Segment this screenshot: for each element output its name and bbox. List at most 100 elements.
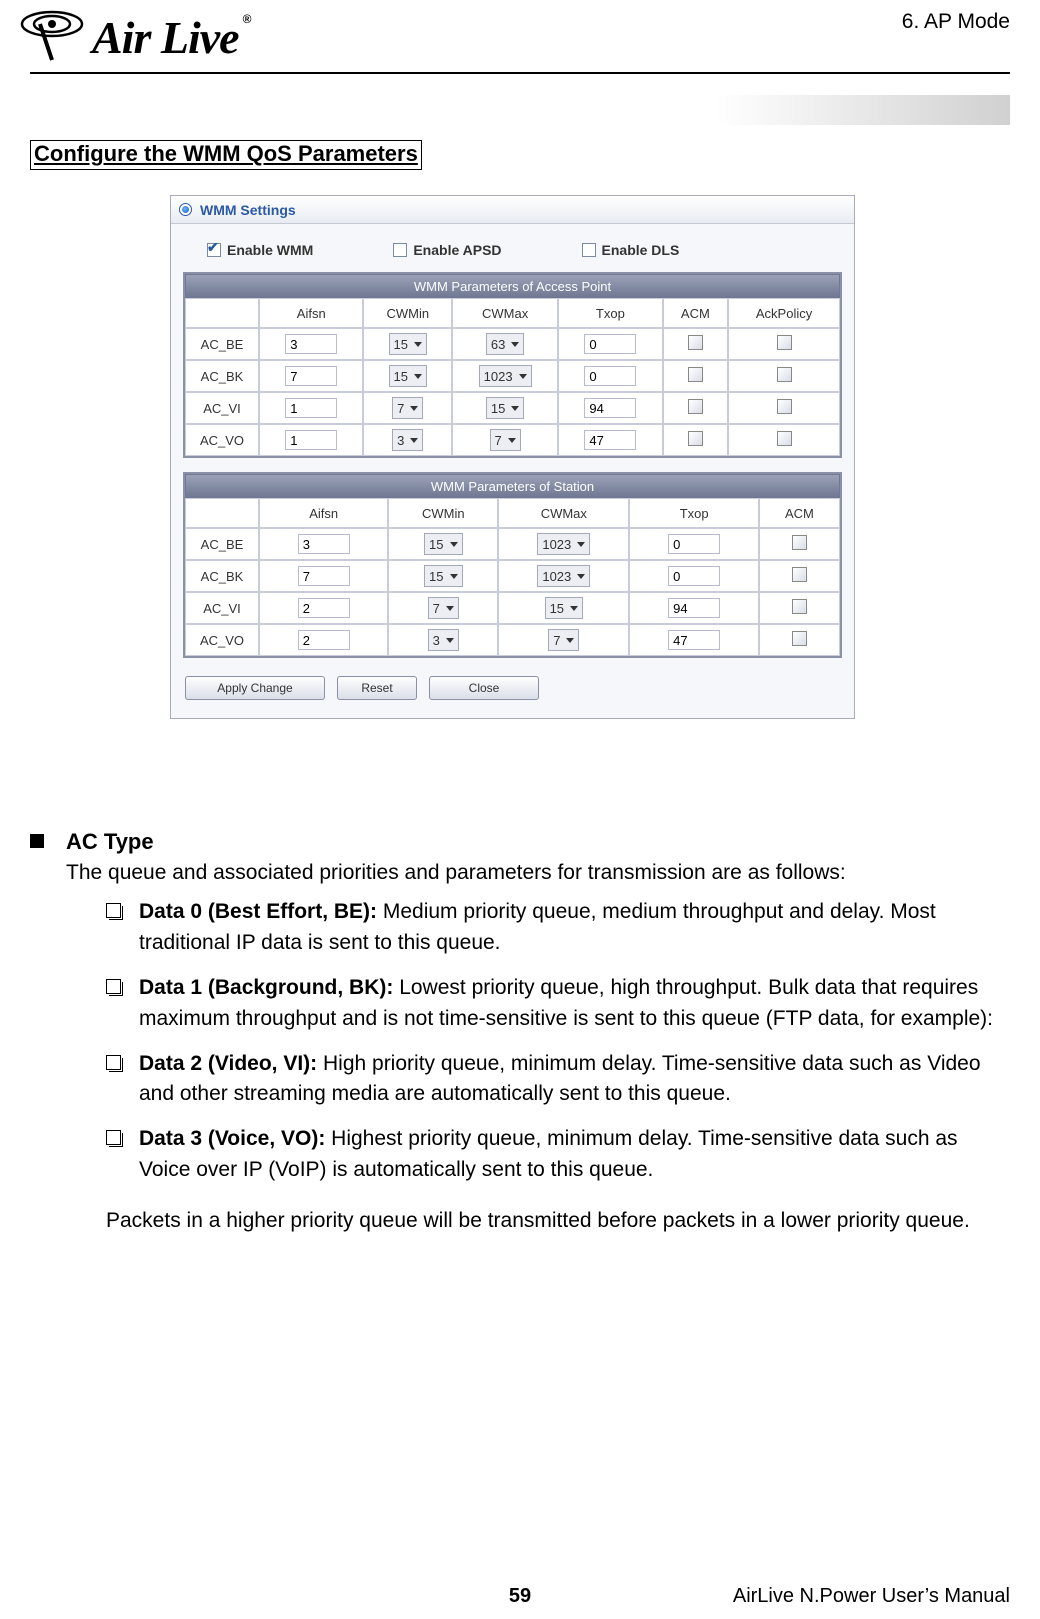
chevron-down-icon [414,374,422,379]
col-cwmin: CWMin [363,298,452,328]
row-label: AC_VI [185,592,259,624]
chevron-down-icon [446,606,454,611]
acm-checkbox[interactable] [688,367,703,382]
ac-type-heading: AC Type [66,826,846,858]
aifsn-input[interactable] [298,598,350,618]
ap-parameters-table: WMM Parameters of Access Point Aifsn CWM… [183,272,842,458]
cwmax-select[interactable]: 15 [486,397,524,419]
hollow-square-icon [106,979,121,994]
cwmax-select[interactable]: 1023 [479,365,532,387]
cwmin-select[interactable]: 3 [392,429,423,451]
checkbox-icon [393,243,407,257]
ackpolicy-checkbox[interactable] [777,431,792,446]
bullet-square-icon [30,834,44,848]
table-row: AC_BK 15 1023 [185,360,840,392]
panel-title: WMM Settings [200,202,296,218]
trademark: ® [243,12,252,26]
logo-mark-icon [18,8,88,66]
chevron-down-icon [410,438,418,443]
table-row: AC_VO 3 7 [185,624,840,656]
table-row: AC_BK 15 1023 [185,560,840,592]
manual-title: AirLive N.Power User’s Manual [733,1585,1010,1608]
cwmax-select[interactable]: 15 [545,597,583,619]
col-aifsn: Aifsn [259,298,363,328]
acm-checkbox[interactable] [792,631,807,646]
txop-input[interactable] [584,334,636,354]
list-item: Data 0 (Best Effort, BE): Medium priorit… [106,897,1010,959]
apply-change-button[interactable]: Apply Change [185,676,325,700]
row-label: AC_BK [185,360,259,392]
cwmin-select[interactable]: 7 [428,597,459,619]
txop-input[interactable] [668,566,720,586]
chevron-down-icon [450,574,458,579]
cwmin-select[interactable]: 15 [389,365,427,387]
cwmax-select[interactable]: 7 [490,429,521,451]
ap-table-caption: WMM Parameters of Access Point [185,274,840,298]
txop-input[interactable] [584,430,636,450]
aifsn-input[interactable] [298,534,350,554]
col-cwmax: CWMax [452,298,558,328]
chevron-down-icon [446,638,454,643]
hollow-square-icon [106,1055,121,1070]
table-row: AC_VI 7 15 [185,392,840,424]
enable-dls-checkbox[interactable]: Enable DLS [582,242,680,258]
cwmax-select[interactable]: 1023 [537,565,590,587]
chevron-down-icon [511,342,519,347]
chevron-down-icon [410,406,418,411]
closing-paragraph: Packets in a higher priority queue will … [106,1206,1010,1237]
aifsn-input[interactable] [298,566,350,586]
table-row: AC_BE 15 63 [185,328,840,360]
acm-checkbox[interactable] [688,431,703,446]
txop-input[interactable] [584,398,636,418]
cwmax-select[interactable]: 7 [548,629,579,651]
cwmin-select[interactable]: 15 [389,333,427,355]
reset-button[interactable]: Reset [337,676,417,700]
cwmin-select[interactable]: 3 [428,629,459,651]
panel-bullet-icon [179,203,192,216]
txop-input[interactable] [668,534,720,554]
aifsn-input[interactable] [285,430,337,450]
item-bold: Data 0 (Best Effort, BE): [139,900,377,923]
txop-input[interactable] [668,598,720,618]
enable-apsd-checkbox[interactable]: Enable APSD [393,242,501,258]
station-table-caption: WMM Parameters of Station [185,474,840,498]
ackpolicy-checkbox[interactable] [777,335,792,350]
list-item: Data 2 (Video, VI): High priority queue,… [106,1049,1010,1111]
txop-input[interactable] [584,366,636,386]
col-acm: ACM [663,298,729,328]
chevron-down-icon [577,574,585,579]
chevron-down-icon [519,374,527,379]
chevron-down-icon [570,606,578,611]
aifsn-input[interactable] [285,334,337,354]
hollow-square-icon [106,1130,121,1145]
cwmax-select[interactable]: 63 [486,333,524,355]
enable-wmm-checkbox[interactable]: Enable WMM [207,242,313,258]
col-blank [185,498,259,528]
col-blank [185,298,259,328]
txop-input[interactable] [668,630,720,650]
acm-checkbox[interactable] [688,335,703,350]
cwmin-select[interactable]: 7 [392,397,423,419]
close-button[interactable]: Close [429,676,539,700]
wmm-settings-panel: WMM Settings Enable WMM Enable APSD Enab… [170,195,855,719]
table-row: AC_VO 3 7 [185,424,840,456]
ackpolicy-checkbox[interactable] [777,367,792,382]
page-number: 59 [509,1585,531,1608]
acm-checkbox[interactable] [688,399,703,414]
acm-checkbox[interactable] [792,567,807,582]
acm-checkbox[interactable] [792,599,807,614]
aifsn-input[interactable] [298,630,350,650]
list-item: Data 3 (Voice, VO): Highest priority que… [106,1124,1010,1186]
cwmax-select[interactable]: 1023 [537,533,590,555]
col-ackpolicy: AckPolicy [728,298,840,328]
ackpolicy-checkbox[interactable] [777,399,792,414]
col-acm: ACM [759,498,840,528]
cwmin-select[interactable]: 15 [424,533,462,555]
acm-checkbox[interactable] [792,535,807,550]
aifsn-input[interactable] [285,398,337,418]
cwmin-select[interactable]: 15 [424,565,462,587]
aifsn-input[interactable] [285,366,337,386]
row-label: AC_VO [185,624,259,656]
chevron-down-icon [566,638,574,643]
checkbox-icon [207,243,221,257]
